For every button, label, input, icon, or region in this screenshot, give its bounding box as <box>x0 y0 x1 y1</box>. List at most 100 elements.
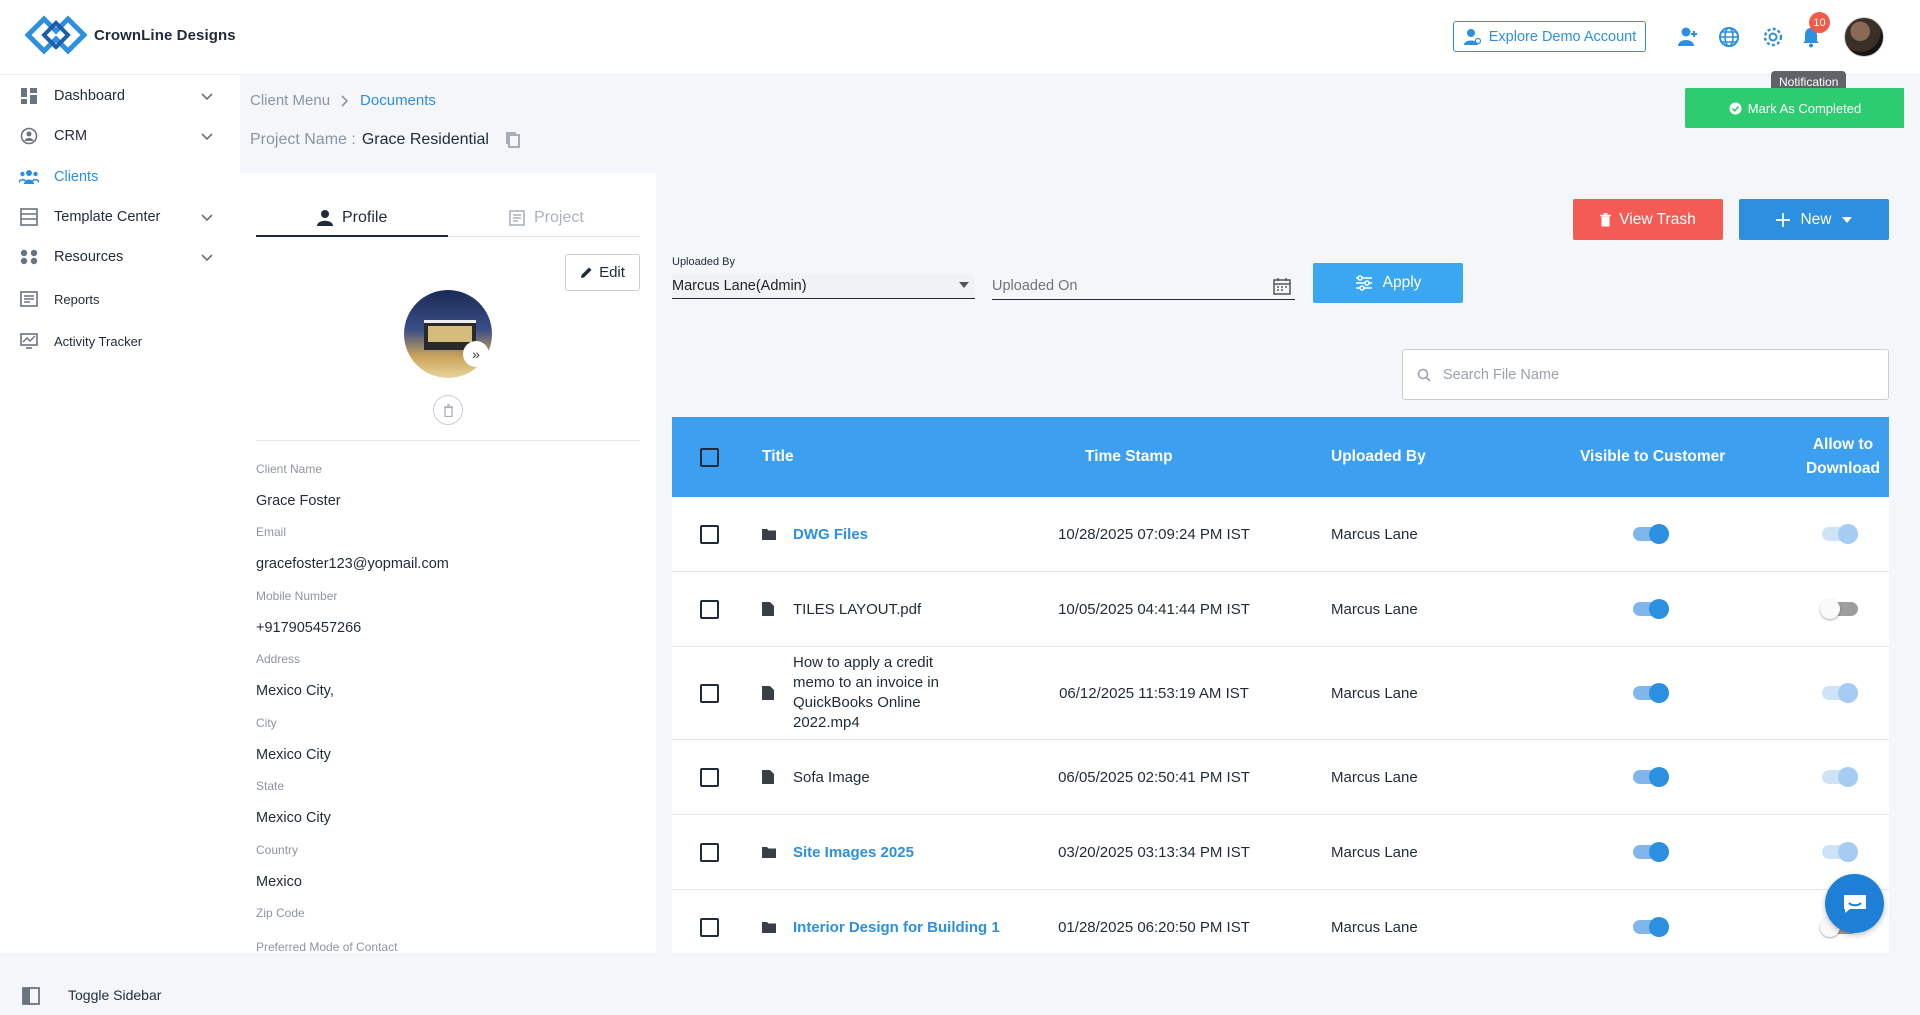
visible-toggle[interactable] <box>1633 842 1669 862</box>
search-file-box <box>1402 349 1889 400</box>
timestamp: 10/28/2025 07:09:24 PM IST <box>1058 525 1250 543</box>
column-uploaded-by[interactable]: Uploaded By <box>1331 417 1426 497</box>
view-trash-label: View Trash <box>1619 210 1696 228</box>
documents-table: Title Time Stamp Uploaded By Visible to … <box>672 417 1889 953</box>
table-row[interactable]: DWG Files 10/28/2025 07:09:24 PM IST Mar… <box>672 497 1889 572</box>
row-checkbox[interactable] <box>700 842 719 862</box>
client-name-value: Grace Foster <box>256 493 341 509</box>
table-row[interactable]: Site Images 2025 03/20/2025 03:13:34 PM … <box>672 815 1889 890</box>
sidebar-item-crm[interactable]: CRM <box>0 118 240 154</box>
download-toggle[interactable] <box>1822 842 1858 862</box>
uploaded-by-value: Marcus Lane(Admin) <box>672 277 807 294</box>
view-trash-button[interactable]: View Trash <box>1573 199 1723 240</box>
zip-code-label: Zip Code <box>256 906 305 920</box>
sidebar-item-resources[interactable]: Resources <box>0 239 240 275</box>
file-title[interactable]: DWG Files <box>793 526 868 543</box>
uploaded-by: Marcus Lane <box>1331 918 1418 936</box>
page-scrollbar[interactable] <box>1904 75 1920 953</box>
profile-panel: Profile Project Edit » Client Name Grace… <box>240 173 656 953</box>
folder-icon <box>762 922 776 933</box>
profile-divider <box>256 440 640 441</box>
timestamp: 06/05/2025 02:50:41 PM IST <box>1058 768 1250 786</box>
folder-icon <box>762 529 776 540</box>
trash-icon <box>1600 212 1612 226</box>
visible-toggle[interactable] <box>1633 767 1669 787</box>
brand-logo-icon <box>24 15 88 55</box>
column-title[interactable]: Title <box>762 417 794 497</box>
globe-icon[interactable] <box>1716 24 1742 50</box>
edit-label: Edit <box>599 264 625 281</box>
tab-project[interactable]: Project <box>508 203 584 233</box>
download-toggle[interactable] <box>1820 599 1858 619</box>
tab-profile[interactable]: Profile <box>316 203 387 233</box>
sidebar-item-dashboard[interactable]: Dashboard <box>0 78 240 114</box>
column-time-stamp[interactable]: Time Stamp <box>1085 417 1173 497</box>
file-title[interactable]: Interior Design for Building 1 <box>793 919 1000 936</box>
add-user-icon[interactable] <box>1675 24 1701 50</box>
mark-as-completed-label: Mark As Completed <box>1747 100 1862 116</box>
top-bar: CrownLine Designs Explore Demo Account 1… <box>0 0 1920 75</box>
user-avatar[interactable] <box>1844 17 1884 57</box>
search-file-input[interactable] <box>1441 365 1861 384</box>
delete-image-button[interactable] <box>433 395 463 425</box>
row-checkbox[interactable] <box>700 524 719 544</box>
row-checkbox[interactable] <box>700 683 719 703</box>
gear-icon[interactable] <box>1760 24 1786 50</box>
download-toggle[interactable] <box>1822 767 1858 787</box>
trash-icon <box>443 403 453 417</box>
row-checkbox[interactable] <box>700 599 719 619</box>
sidebar-item-reports[interactable]: Reports <box>0 281 240 317</box>
brand-logo[interactable]: CrownLine Designs <box>24 10 236 60</box>
chevron-down-icon <box>201 133 213 141</box>
explore-demo-button[interactable]: Explore Demo Account <box>1453 21 1646 52</box>
uploaded-by-select[interactable]: Marcus Lane(Admin) <box>672 273 975 299</box>
edit-profile-button[interactable]: Edit <box>565 254 640 291</box>
timestamp: 06/12/2025 11:53:19 AM IST <box>1059 684 1249 702</box>
client-name-label: Client Name <box>256 462 323 476</box>
visible-toggle[interactable] <box>1633 917 1669 937</box>
email-value: gracefoster123@yopmail.com <box>256 556 449 572</box>
table-header: Title Time Stamp Uploaded By Visible to … <box>672 417 1889 497</box>
chat-support-button[interactable] <box>1825 874 1884 933</box>
city-value: Mexico City <box>256 747 331 763</box>
column-visible-to-customer[interactable]: Visible to Customer <box>1580 417 1725 497</box>
visible-toggle[interactable] <box>1633 524 1669 544</box>
apply-filter-button[interactable]: Apply <box>1313 263 1463 303</box>
new-dropdown-button[interactable]: New <box>1739 199 1889 240</box>
row-checkbox[interactable] <box>700 917 719 937</box>
file-title[interactable]: Sofa Image <box>793 769 870 786</box>
calendar-icon[interactable] <box>1273 277 1291 295</box>
breadcrumb-client-menu[interactable]: Client Menu <box>250 92 330 109</box>
uploaded-on-datepicker[interactable]: Uploaded On <box>992 273 1295 300</box>
table-row[interactable]: Sofa Image 06/05/2025 02:50:41 PM IST Ma… <box>672 740 1889 815</box>
toggle-sidebar-button[interactable]: Toggle Sidebar <box>0 975 240 1015</box>
select-all-checkbox[interactable] <box>700 447 719 467</box>
file-title[interactable]: TILES LAYOUT.pdf <box>793 601 921 618</box>
row-checkbox[interactable] <box>700 767 719 787</box>
sidebar-item-template-center[interactable]: Template Center <box>0 199 240 235</box>
state-value: Mexico City <box>256 810 331 826</box>
chevron-right-icon <box>341 94 349 107</box>
download-toggle[interactable] <box>1822 524 1858 544</box>
timestamp: 10/05/2025 04:41:44 PM IST <box>1058 600 1250 618</box>
download-toggle[interactable] <box>1822 683 1858 703</box>
change-image-icon[interactable]: » <box>463 341 489 367</box>
column-allow-to-download[interactable]: Allow to Download <box>1802 417 1884 497</box>
copy-icon[interactable] <box>505 131 521 149</box>
file-icon <box>762 686 774 700</box>
table-row[interactable]: Interior Design for Building 1 01/28/202… <box>672 890 1889 953</box>
file-title[interactable]: Site Images 2025 <box>793 844 914 861</box>
tab-active-indicator <box>256 235 448 237</box>
mobile-number-label: Mobile Number <box>256 589 338 603</box>
country-label: Country <box>256 843 299 857</box>
table-row[interactable]: TILES LAYOUT.pdf 10/05/2025 04:41:44 PM … <box>672 572 1889 647</box>
file-title[interactable]: How to apply a credit memo to an invoice… <box>793 653 968 733</box>
mark-as-completed-button[interactable]: Mark As Completed <box>1685 88 1905 128</box>
sidebar-item-activity-tracker[interactable]: Activity Tracker <box>0 323 240 359</box>
sidebar-item-clients[interactable]: Clients <box>0 159 240 195</box>
uploaded-on-placeholder: Uploaded On <box>992 278 1078 294</box>
timestamp: 01/28/2025 06:20:50 PM IST <box>1058 918 1250 936</box>
table-row[interactable]: How to apply a credit memo to an invoice… <box>672 647 1889 740</box>
visible-toggle[interactable] <box>1633 683 1669 703</box>
visible-toggle[interactable] <box>1633 599 1669 619</box>
